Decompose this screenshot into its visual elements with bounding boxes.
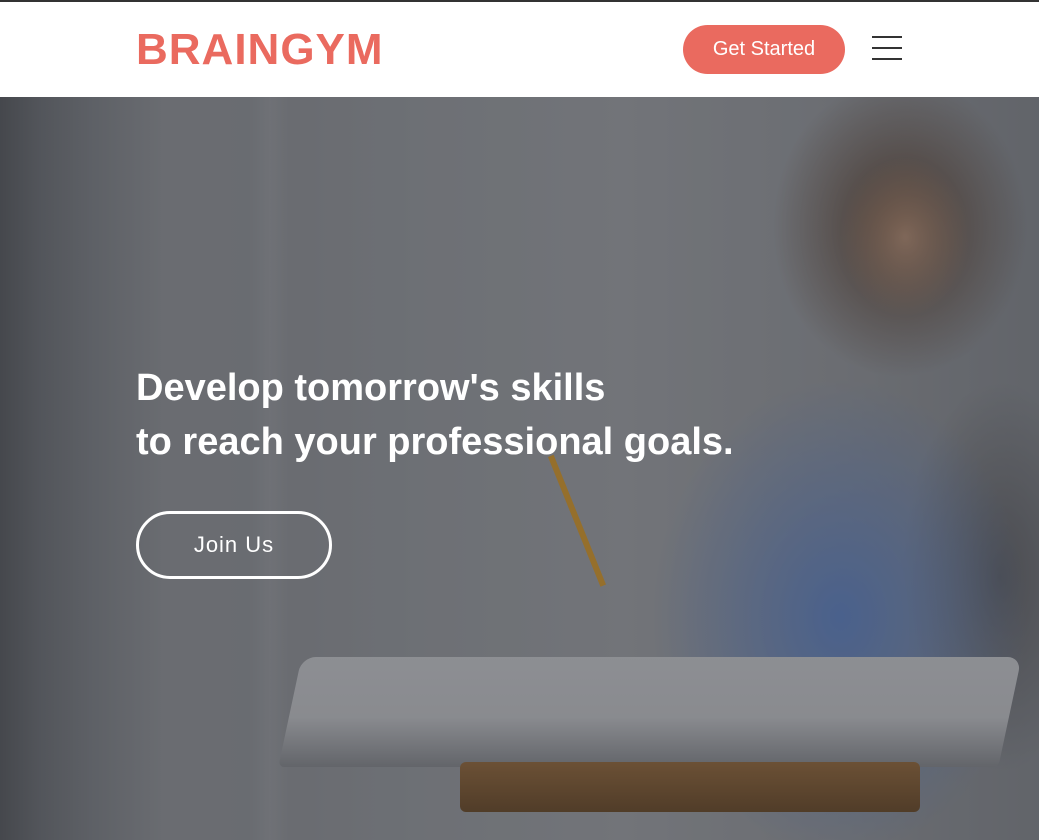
hero-section: Develop tomorrow's skills to reach your … xyxy=(0,97,1039,840)
hero-headline-line-2: to reach your professional goals. xyxy=(136,421,734,463)
navbar: BRAINGYM Get Started xyxy=(0,2,1039,97)
hero-headline-line-1: Develop tomorrow's skills xyxy=(136,367,606,409)
get-started-button[interactable]: Get Started xyxy=(683,25,845,74)
hamburger-menu-icon[interactable] xyxy=(872,34,904,62)
brand-logo[interactable]: BRAINGYM xyxy=(136,26,384,74)
hero-headline: Develop tomorrow's skills to reach your … xyxy=(136,361,856,469)
join-us-button[interactable]: Join Us xyxy=(136,511,332,579)
